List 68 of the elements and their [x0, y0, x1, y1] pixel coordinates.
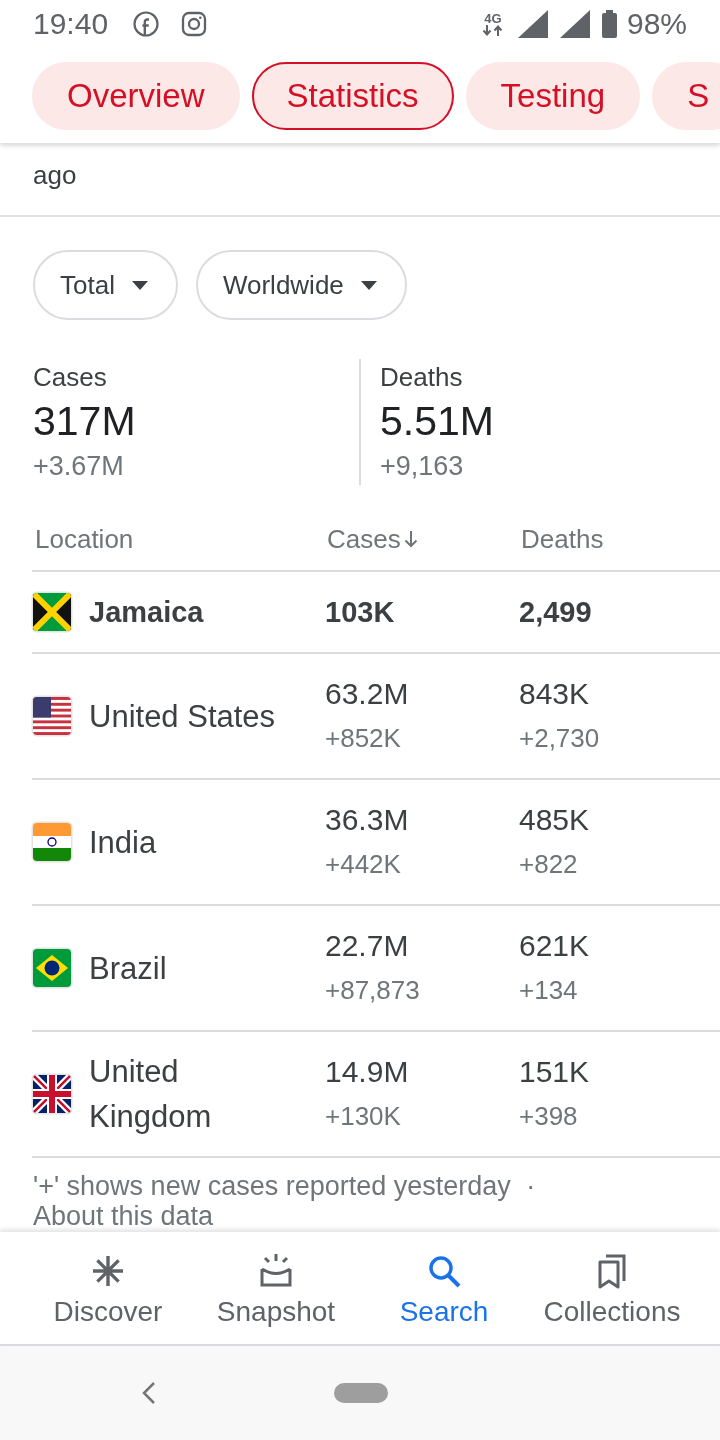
cases-value: 22.7M: [325, 928, 410, 964]
cases-value: 14.9M: [325, 1054, 410, 1090]
nav-item[interactable]: Search: [399, 1232, 489, 1344]
flag-icon: [33, 1075, 71, 1113]
filter-dropdown[interactable]: Worldwide: [195, 250, 407, 320]
stat-value: 317M: [33, 397, 137, 446]
location-name: United States: [89, 697, 276, 736]
network-type-label: 4G: [484, 12, 502, 25]
sort-arrow-icon: [402, 530, 419, 548]
about-data-link[interactable]: About this data: [33, 1201, 214, 1231]
stat-change: +9,163: [380, 450, 465, 483]
cases-value: 36.3M: [325, 802, 410, 838]
back-icon[interactable]: [141, 1381, 157, 1405]
location-name: Jamaica: [89, 594, 204, 630]
signal-icon: [517, 10, 548, 38]
battery-percent: 98%: [626, 7, 687, 41]
column-header[interactable]: Deaths: [519, 519, 720, 559]
data-arrows-icon: [481, 25, 504, 36]
flag-icon: [33, 823, 71, 861]
tab[interactable]: Statistics: [251, 62, 454, 130]
flag-icon: [33, 949, 71, 987]
deaths-change: +134: [519, 974, 579, 1007]
deaths-value: 485K: [519, 802, 591, 838]
deaths-value: 2,499: [519, 594, 593, 630]
camera-icon: [181, 11, 208, 37]
location-name: Brazil: [89, 949, 167, 988]
cases-change: +130K: [325, 1100, 402, 1133]
location-name: United Kingdom: [89, 1053, 213, 1136]
column-header[interactable]: Cases: [325, 519, 519, 559]
f-circle-icon: [133, 11, 160, 37]
asterisk-icon: [90, 1253, 126, 1289]
tab[interactable]: Testing: [465, 62, 641, 130]
caret-icon: [360, 280, 377, 290]
nav-item[interactable]: Collections: [543, 1232, 681, 1344]
caret-icon: [131, 280, 148, 290]
status-time: 19:40: [33, 7, 109, 41]
cases-value: 103K: [325, 594, 396, 630]
deaths-change: +2,730: [519, 722, 601, 755]
stat-value: 5.51M: [380, 397, 494, 446]
search-icon: [426, 1253, 462, 1289]
cases-change: +442K: [325, 848, 402, 881]
deaths-value: 843K: [519, 676, 591, 712]
stat-change: +3.67M: [33, 450, 125, 483]
nav-item[interactable]: Snapshot: [216, 1232, 336, 1344]
flag-icon: [33, 697, 71, 735]
cases-change: +87,873: [325, 974, 421, 1007]
stat-label: Cases: [33, 361, 108, 394]
battery-icon: [601, 10, 617, 38]
separator-dot: ·: [526, 1171, 536, 1201]
tab[interactable]: Overview: [32, 62, 240, 130]
filter-dropdown[interactable]: Total: [33, 250, 178, 320]
stat-label: Deaths: [380, 361, 464, 394]
deaths-value: 621K: [519, 928, 591, 964]
signal-icon: [559, 10, 590, 38]
location-name: India: [89, 823, 157, 862]
tray-icon: [258, 1253, 294, 1289]
column-header[interactable]: Location: [32, 519, 325, 559]
deaths-change: +822: [519, 848, 579, 881]
home-pill[interactable]: [334, 1383, 388, 1403]
tab[interactable]: S: [652, 62, 720, 130]
deaths-value: 151K: [519, 1054, 591, 1090]
source-text: ago: [33, 160, 77, 190]
cases-value: 63.2M: [325, 676, 410, 712]
footnote-text: '+' shows new cases reported yesterday: [33, 1171, 511, 1201]
flag-icon: [33, 593, 71, 631]
nav-item[interactable]: Discover: [53, 1232, 163, 1344]
cases-change: +852K: [325, 722, 402, 755]
deaths-change: +398: [519, 1100, 579, 1133]
